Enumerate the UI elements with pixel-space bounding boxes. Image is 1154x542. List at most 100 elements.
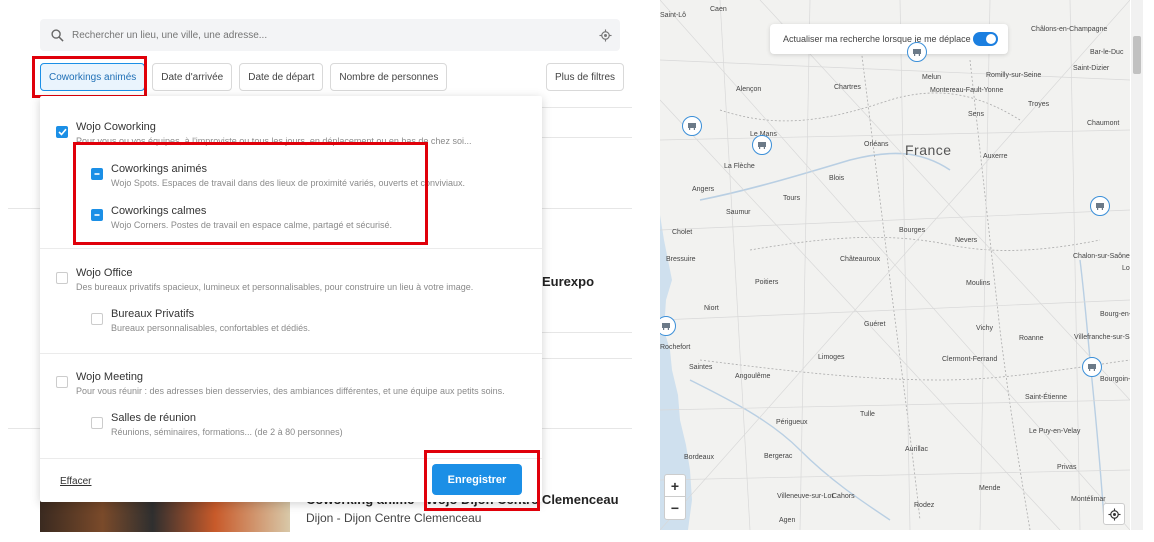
- map-label: Agen: [779, 517, 796, 524]
- coworkings-animes-description: Wojo Spots. Espaces de travail dans des …: [111, 178, 466, 188]
- map-label: Montereau-Fault-Yonne: [930, 87, 1004, 94]
- scrollbar-thumb[interactable]: [1133, 36, 1141, 74]
- map-label: Tulle: [860, 411, 875, 418]
- more-filters-button[interactable]: Plus de filtres: [546, 63, 625, 91]
- location-marker[interactable]: [1082, 357, 1102, 377]
- salles-de-reunion-description: Réunions, séminaires, formations... (de …: [111, 427, 343, 437]
- map-base-layer: [660, 0, 1130, 530]
- filter-departure-date-button[interactable]: Date de départ: [239, 63, 324, 91]
- map-label: Angers: [692, 186, 715, 193]
- wojo-office-description: Des bureaux privatifs spacieux, lumineux…: [76, 282, 474, 292]
- page-scrollbar[interactable]: [1131, 0, 1143, 530]
- map-label: Melun: [922, 74, 942, 81]
- refresh-on-move-label: Actualiser ma recherche lorsque je me dé…: [783, 34, 971, 44]
- map-label: Villefranche-sur-Saône: [1074, 334, 1130, 341]
- wojo-meeting-checkbox[interactable]: [56, 376, 68, 388]
- wojo-meeting-description: Pour vous réunir : des adresses bien des…: [76, 386, 505, 396]
- listing-subtitle: Dijon - Dijon Centre Clemenceau: [306, 511, 482, 525]
- map-label: Rodez: [914, 502, 935, 509]
- map-label: Romilly-sur-Seine: [986, 72, 1042, 79]
- location-marker[interactable]: [752, 135, 772, 155]
- bureaux-privatifs-checkbox[interactable]: [91, 313, 103, 325]
- refresh-on-move-toggle[interactable]: Actualiser ma recherche lorsque je me dé…: [770, 24, 1008, 54]
- search-icon: [44, 28, 70, 42]
- map-label: Tours: [783, 195, 801, 202]
- map-label: Guéret: [864, 321, 886, 328]
- map-label: Bourges: [899, 227, 926, 234]
- map-label: Nevers: [955, 237, 978, 244]
- salles-de-reunion-checkbox[interactable]: [91, 417, 103, 429]
- map-label: Moulins: [966, 280, 991, 287]
- map-label: Châteauroux: [840, 256, 881, 263]
- map-label: Bourgoin-Jallieu: [1100, 376, 1130, 383]
- salles-de-reunion-label[interactable]: Salles de réunion: [111, 412, 196, 424]
- wojo-coworking-label[interactable]: Wojo Coworking: [76, 121, 156, 133]
- search-bar[interactable]: [40, 19, 620, 51]
- map-label: Périgueux: [776, 419, 808, 426]
- map-label: Bressuire: [666, 256, 696, 263]
- map-label: Roanne: [1019, 335, 1044, 342]
- map-label: Rochefort: [660, 344, 691, 351]
- divider: [540, 137, 632, 138]
- coworkings-calmes-description: Wojo Corners. Postes de travail en espac…: [111, 220, 392, 230]
- coworkings-calmes-label[interactable]: Coworkings calmes: [111, 205, 206, 217]
- location-marker[interactable]: [907, 42, 927, 62]
- divider: [540, 332, 632, 333]
- search-input[interactable]: [70, 28, 590, 42]
- map-label: Bergerac: [764, 453, 793, 460]
- map-label: Privas: [1057, 464, 1077, 471]
- wojo-meeting-label[interactable]: Wojo Meeting: [76, 371, 143, 383]
- bureaux-privatifs-description: Bureaux personnalisables, confortables e…: [111, 323, 311, 333]
- map-label: Chaumont: [1087, 120, 1120, 127]
- location-marker[interactable]: [1090, 196, 1110, 216]
- results-panel: Coworkings animés Date d'arrivée Date de…: [0, 0, 656, 542]
- geolocate-icon[interactable]: [590, 28, 620, 42]
- map-label: Le Puy-en-Velay: [1029, 428, 1081, 435]
- map-label: Saint-Lô: [660, 12, 687, 19]
- workspace-type-dropdown: Wojo Coworking Pour vous ou vos équipes,…: [40, 96, 542, 502]
- map-label: Saumur: [726, 209, 751, 216]
- locate-me-icon[interactable]: [1103, 503, 1125, 525]
- filter-people-button[interactable]: Nombre de personnes: [330, 63, 448, 91]
- map-label: Cahors: [832, 493, 855, 500]
- filter-coworkings-button[interactable]: Coworkings animés: [40, 63, 146, 91]
- map-label: Clermont-Ferrand: [942, 356, 998, 363]
- listing-title-partial[interactable]: Eurexpo: [542, 274, 594, 289]
- wojo-office-checkbox[interactable]: [56, 272, 68, 284]
- map-label: Chartres: [834, 84, 861, 91]
- map-label: Bourg-en-Bresse: [1100, 311, 1130, 318]
- filter-bar: Coworkings animés Date d'arrivée Date de…: [40, 63, 625, 91]
- wojo-office-label[interactable]: Wojo Office: [76, 267, 132, 279]
- coworkings-calmes-checkbox[interactable]: [91, 209, 103, 221]
- zoom-in-button[interactable]: +: [665, 475, 685, 497]
- map[interactable]: Actualiser ma recherche lorsque je me dé…: [660, 0, 1130, 530]
- wojo-coworking-description: Pour vous ou vos équipes, à l'improviste…: [76, 136, 472, 146]
- clear-button[interactable]: Effacer: [60, 476, 92, 487]
- map-label: Saint-Dizier: [1073, 65, 1110, 72]
- coworkings-animes-checkbox[interactable]: [91, 168, 103, 180]
- divider: [40, 353, 542, 354]
- map-label: Cholet: [672, 229, 693, 236]
- map-label: La Flèche: [724, 163, 755, 170]
- map-label: Montélimar: [1071, 496, 1106, 503]
- map-label: Niort: [704, 305, 719, 312]
- wojo-coworking-checkbox[interactable]: [56, 126, 68, 138]
- map-label: Bordeaux: [684, 454, 714, 461]
- map-label: Aurillac: [905, 446, 928, 453]
- filter-arrival-date-button[interactable]: Date d'arrivée: [152, 63, 233, 91]
- map-label: Troyes: [1028, 101, 1050, 108]
- location-marker[interactable]: [682, 116, 702, 136]
- bureaux-privatifs-label[interactable]: Bureaux Privatifs: [111, 308, 194, 320]
- map-label: Caen: [710, 6, 727, 13]
- map-label: Angoulême: [735, 373, 771, 380]
- map-label: Bar-le-Duc: [1090, 49, 1124, 56]
- map-label: Alençon: [736, 86, 762, 93]
- dropdown-footer: Effacer Enregistrer: [40, 458, 542, 502]
- save-button[interactable]: Enregistrer: [432, 464, 522, 495]
- coworkings-animes-label[interactable]: Coworkings animés: [111, 163, 207, 175]
- map-label-country: France: [905, 142, 952, 158]
- map-label: Villeneuve-sur-Lot: [777, 493, 834, 500]
- divider: [40, 248, 542, 249]
- toggle-switch[interactable]: [973, 32, 998, 46]
- zoom-out-button[interactable]: −: [665, 497, 685, 519]
